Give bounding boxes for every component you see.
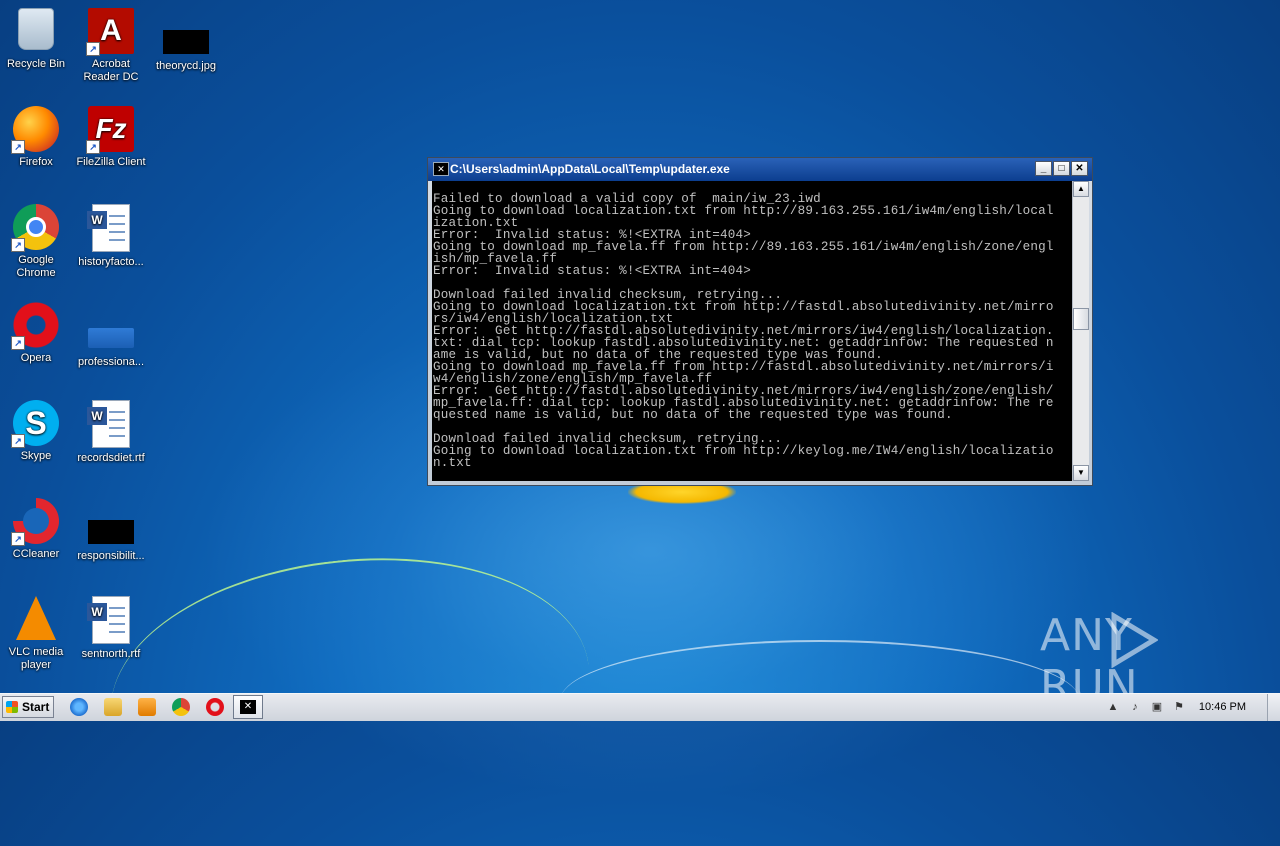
console-icon: ✕ xyxy=(240,700,256,714)
recycle-bin-icon xyxy=(18,8,54,50)
desktop-icon-sentnorth[interactable]: W sentnorth.rtf xyxy=(75,596,147,661)
desktop-icon-label: VLC media player xyxy=(8,646,64,671)
desktop-icon-skype[interactable]: S ↗ Skype xyxy=(0,400,72,463)
desktop-icon-label: Skype xyxy=(20,450,52,462)
desktop-icon-historyfacto[interactable]: W historyfacto... xyxy=(75,204,147,269)
scroll-up-button[interactable]: ▲ xyxy=(1073,181,1089,197)
console-line: Going to download localization.txt from … xyxy=(433,444,1054,458)
word-doc-icon: W xyxy=(87,596,130,644)
desktop-icon-ccleaner[interactable]: ↗ CCleaner xyxy=(0,498,72,561)
system-tray: ▲ ♪ ▣ ⚑ 10:46 PM xyxy=(1100,694,1280,721)
filezilla-icon: Fz ↗ xyxy=(86,106,134,154)
scroll-down-button[interactable]: ▼ xyxy=(1073,465,1089,481)
console-line: Going to download localization.txt from … xyxy=(433,204,1054,218)
window-titlebar[interactable]: ✕ C:\Users\admin\AppData\Local\Temp\upda… xyxy=(428,158,1092,181)
desktop-icon-label: Google Chrome xyxy=(16,254,56,279)
skype-icon: S ↗ xyxy=(11,400,59,448)
desktop-icon-label: Recycle Bin xyxy=(6,58,66,70)
console-line: n.txt xyxy=(433,456,472,470)
desktop-icon-label: responsibilit... xyxy=(77,550,145,562)
desktop-icon-theorycd[interactable]: theorycd.jpg xyxy=(150,8,222,73)
desktop-icon-label: Firefox xyxy=(19,156,53,168)
word-doc-icon: W xyxy=(87,400,130,448)
vertical-scrollbar[interactable]: ▲ ▼ xyxy=(1072,181,1089,481)
desktop-icon-acrobat[interactable]: A ↗ Acrobat Reader DC xyxy=(75,8,147,84)
console-line: quested name is valid, but no data of th… xyxy=(433,408,953,422)
image-file-icon xyxy=(163,30,209,54)
close-button[interactable]: ✕ xyxy=(1071,161,1088,176)
desktop-icon-chrome[interactable]: ↗ Google Chrome xyxy=(0,204,72,280)
chrome-icon[interactable] xyxy=(172,698,190,716)
volume-icon[interactable]: ♪ xyxy=(1128,700,1142,714)
desktop-icon-label: recordsdiet.rtf xyxy=(77,452,145,464)
vlc-icon xyxy=(16,596,56,640)
show-desktop-button[interactable] xyxy=(1267,694,1280,721)
taskbar-console-button[interactable]: ✕ xyxy=(233,695,263,719)
desktop-icon-recordsdiet[interactable]: W recordsdiet.rtf xyxy=(75,400,147,465)
scroll-thumb[interactable] xyxy=(1073,308,1089,330)
desktop-icon-label: theorycd.jpg xyxy=(156,60,216,72)
desktop-icon-firefox[interactable]: ↗ Firefox xyxy=(0,106,72,169)
console-window[interactable]: ✕ C:\Users\admin\AppData\Local\Temp\upda… xyxy=(427,157,1093,486)
console-icon: ✕ xyxy=(433,162,449,176)
show-hidden-icons-icon[interactable]: ▲ xyxy=(1106,700,1120,714)
word-doc-icon: W xyxy=(87,204,130,252)
window-title: C:\Users\admin\AppData\Local\Temp\update… xyxy=(450,162,730,176)
desktop-icon-opera[interactable]: ↗ Opera xyxy=(0,302,72,365)
desktop-icon-label: CCleaner xyxy=(12,548,60,560)
acrobat-reader-icon: A ↗ xyxy=(86,8,134,56)
desktop-icon-vlc[interactable]: VLC media player xyxy=(0,596,72,672)
opera-icon: ↗ xyxy=(11,302,59,350)
desktop-icon-professiona[interactable]: professiona... xyxy=(75,302,147,369)
desktop-icon-recycle-bin[interactable]: Recycle Bin xyxy=(0,8,72,71)
maximize-button[interactable]: □ xyxy=(1053,161,1070,176)
network-icon[interactable]: ▣ xyxy=(1150,700,1164,714)
play-logo-icon xyxy=(1111,612,1158,668)
desktop-icon-responsibilit[interactable]: responsibilit... xyxy=(75,498,147,563)
media-player-icon[interactable] xyxy=(138,698,156,716)
ccleaner-icon: ↗ xyxy=(11,498,59,546)
console-line: Error: Invalid status: %!<EXTRA int=404> xyxy=(433,264,752,278)
minimize-button[interactable]: _ xyxy=(1035,161,1052,176)
desktop-icon-label: Acrobat Reader DC xyxy=(83,58,139,83)
desktop-icon-label: professiona... xyxy=(77,356,145,368)
desktop-icon-label: sentnorth.rtf xyxy=(81,648,141,660)
internet-explorer-icon[interactable] xyxy=(70,698,88,716)
desktop-icon-label: historyfacto... xyxy=(78,256,144,268)
firefox-icon: ↗ xyxy=(11,106,59,154)
start-button[interactable]: Start xyxy=(2,696,54,718)
chrome-icon: ↗ xyxy=(11,204,59,252)
desktop-icon-filezilla[interactable]: Fz ↗ FileZilla Client xyxy=(75,106,147,169)
console-output[interactable]: Failed to download a valid copy of main/… xyxy=(432,181,1074,481)
desktop-icon-label: FileZilla Client xyxy=(76,156,146,168)
folder-icon xyxy=(88,328,134,348)
clock[interactable]: 10:46 PM xyxy=(1199,701,1246,713)
windows-flag-icon xyxy=(6,701,18,713)
image-file-icon xyxy=(88,520,134,544)
explorer-folder-icon[interactable] xyxy=(104,698,122,716)
opera-icon[interactable] xyxy=(206,698,224,716)
taskbar: Start ✕ ▲ ♪ ▣ ⚑ 10:46 PM xyxy=(0,693,1280,721)
action-center-flag-icon[interactable]: ⚑ xyxy=(1172,700,1186,714)
start-label: Start xyxy=(22,700,50,714)
desktop-icon-label: Opera xyxy=(20,352,52,364)
